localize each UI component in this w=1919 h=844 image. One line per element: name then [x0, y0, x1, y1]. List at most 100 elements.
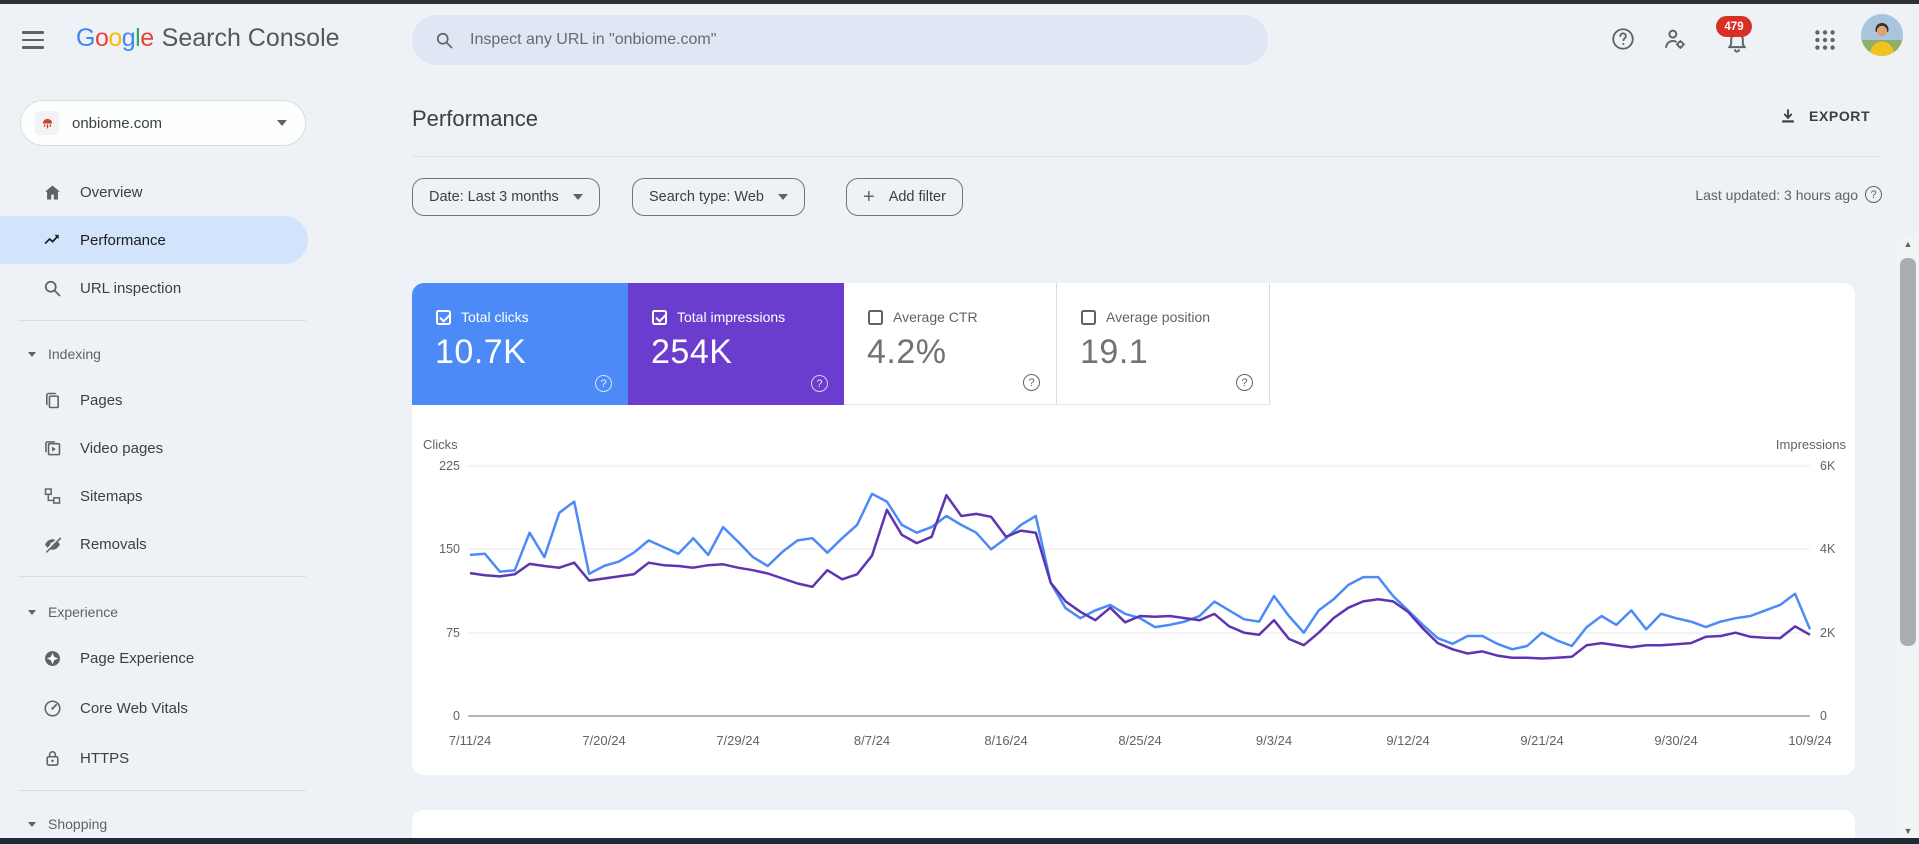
sidebar-item-performance[interactable]: Performance	[0, 216, 308, 264]
sidebar-item-label: Sitemaps	[80, 487, 143, 505]
left-tick: 225	[439, 459, 460, 473]
card-label: Average position	[1106, 309, 1211, 325]
average-position-card[interactable]: Average position 19.1 ?	[1057, 283, 1270, 405]
checkbox-checked-icon[interactable]	[436, 310, 451, 325]
core-web-vitals-icon	[44, 699, 61, 717]
window-bottom-edge	[0, 838, 1919, 844]
sidebar-section-experience[interactable]: Experience	[0, 594, 308, 630]
scrollbar-up-arrow-icon[interactable]: ▲	[1897, 239, 1919, 249]
sidebar-section-indexing[interactable]: Indexing	[0, 336, 308, 372]
url-inspection-icon	[44, 280, 61, 296]
scrollbar-down-arrow-icon[interactable]: ▼	[1897, 826, 1919, 836]
help-circle-icon[interactable]: ?	[1023, 374, 1040, 391]
sidebar-item-overview[interactable]: Overview	[0, 168, 308, 216]
x-tick: 7/11/24	[449, 733, 491, 748]
chevron-down-icon	[572, 194, 583, 200]
property-selector[interactable]: onbiome.com	[20, 100, 306, 146]
logo-letter: o	[94, 24, 109, 52]
sidebar-item-page-experience[interactable]: Page Experience	[0, 634, 308, 682]
help-circle-icon[interactable]: ?	[1236, 374, 1253, 391]
export-label: EXPORT	[1809, 108, 1871, 124]
card-value: 254K	[651, 333, 733, 371]
performance-chart-panel: Total clicks 10.7K ? Total impressions 2…	[412, 283, 1855, 775]
date-filter-chip[interactable]: Date: Last 3 months	[412, 178, 600, 216]
total-impressions-card[interactable]: Total impressions 254K ?	[628, 283, 844, 405]
property-name: onbiome.com	[72, 114, 163, 132]
sidebar-divider	[18, 576, 306, 577]
sitemaps-icon	[44, 487, 61, 504]
sidebar-item-label: URL inspection	[80, 279, 182, 297]
sidebar-item-core-web-vitals[interactable]: Core Web Vitals	[0, 684, 308, 732]
add-filter-chip[interactable]: + Add filter	[846, 178, 963, 216]
page-experience-icon	[45, 650, 60, 666]
sidebar-item-label: Pages	[80, 391, 123, 409]
sidebar-item-label: Page Experience	[80, 649, 195, 667]
total-clicks-card[interactable]: Total clicks 10.7K ?	[412, 283, 628, 405]
google-apps-grid-icon[interactable]	[1812, 27, 1838, 53]
section-label: Experience	[48, 604, 119, 620]
x-tick: 9/30/24	[1654, 733, 1697, 748]
divider	[412, 156, 1880, 157]
sidebar-divider	[18, 320, 306, 321]
logo-letter: o	[108, 24, 122, 52]
last-updated-status: Last updated: 3 hours ago ?	[1695, 186, 1882, 203]
card-value: 4.2%	[867, 333, 947, 371]
checkbox-checked-icon[interactable]	[652, 310, 667, 325]
chevron-down-icon	[28, 821, 36, 827]
average-ctr-card[interactable]: Average CTR 4.2% ?	[844, 283, 1057, 405]
section-label: Indexing	[48, 346, 101, 362]
sidebar-item-label: Video pages	[80, 439, 164, 457]
home-icon	[45, 185, 60, 199]
x-tick: 7/29/24	[716, 733, 759, 748]
help-circle-icon[interactable]: ?	[1865, 186, 1882, 203]
export-button[interactable]: EXPORT	[1778, 106, 1870, 126]
x-tick: 9/3/24	[1256, 733, 1292, 748]
property-favicon	[35, 111, 59, 135]
help-icon[interactable]	[1610, 26, 1636, 52]
performance-line-chart: Clicks Impressions 225 150 75 0 6K 4K 2K…	[412, 433, 1855, 768]
hamburger-menu-icon[interactable]	[22, 27, 48, 53]
sidebar-item-label: Performance	[80, 231, 166, 249]
performance-icon	[44, 234, 59, 244]
search-type-filter-chip[interactable]: Search type: Web	[632, 178, 805, 216]
sidebar-item-sitemaps[interactable]: Sitemaps	[0, 472, 308, 520]
avatar[interactable]	[1861, 14, 1903, 56]
left-tick: 75	[446, 626, 460, 640]
right-tick: 0	[1820, 709, 1827, 723]
sidebar-item-url-inspection[interactable]: URL inspection	[0, 264, 308, 312]
card-value: 19.1	[1080, 333, 1149, 371]
pages-icon	[46, 392, 59, 408]
sidebar-divider	[18, 790, 306, 791]
x-tick: 8/7/24	[854, 733, 890, 748]
logo-suffix: Search Console	[161, 24, 340, 52]
page-title: Performance	[412, 106, 538, 131]
chart-series	[469, 492, 1812, 660]
chip-label: Search type: Web	[649, 189, 764, 205]
help-circle-icon[interactable]: ?	[811, 375, 828, 392]
chip-label: Date: Last 3 months	[429, 189, 559, 205]
x-tick: 10/9/24	[1788, 733, 1831, 748]
download-icon	[1782, 109, 1794, 123]
notifications-badge[interactable]: 479	[1716, 16, 1752, 37]
user-settings-icon[interactable]	[1662, 26, 1688, 52]
chevron-down-icon	[778, 194, 788, 200]
sidebar-item-video-pages[interactable]: Video pages	[0, 424, 308, 472]
x-tick: 8/16/24	[984, 733, 1027, 748]
right-tick: 2K	[1820, 626, 1836, 640]
sidebar-item-pages[interactable]: Pages	[0, 376, 308, 424]
scrollbar-thumb[interactable]	[1900, 258, 1916, 646]
clicks-line	[469, 492, 1812, 651]
url-inspect-search-bar[interactable]	[412, 15, 1268, 65]
sidebar-item-label: Overview	[80, 183, 143, 201]
url-inspect-input[interactable]	[470, 31, 1190, 49]
sidebar-item-removals[interactable]: Removals	[0, 520, 308, 568]
sidebar-item-https[interactable]: HTTPS	[0, 734, 308, 782]
https-icon	[46, 750, 59, 766]
removals-icon	[44, 535, 62, 553]
right-axis-title: Impressions	[1776, 437, 1847, 452]
checkbox-unchecked-icon[interactable]	[868, 310, 883, 325]
sidebar-section-shopping[interactable]: Shopping	[0, 806, 308, 842]
vertical-scrollbar[interactable]: ▲ ▼	[1897, 237, 1919, 844]
checkbox-unchecked-icon[interactable]	[1081, 310, 1096, 325]
help-circle-icon[interactable]: ?	[595, 375, 612, 392]
